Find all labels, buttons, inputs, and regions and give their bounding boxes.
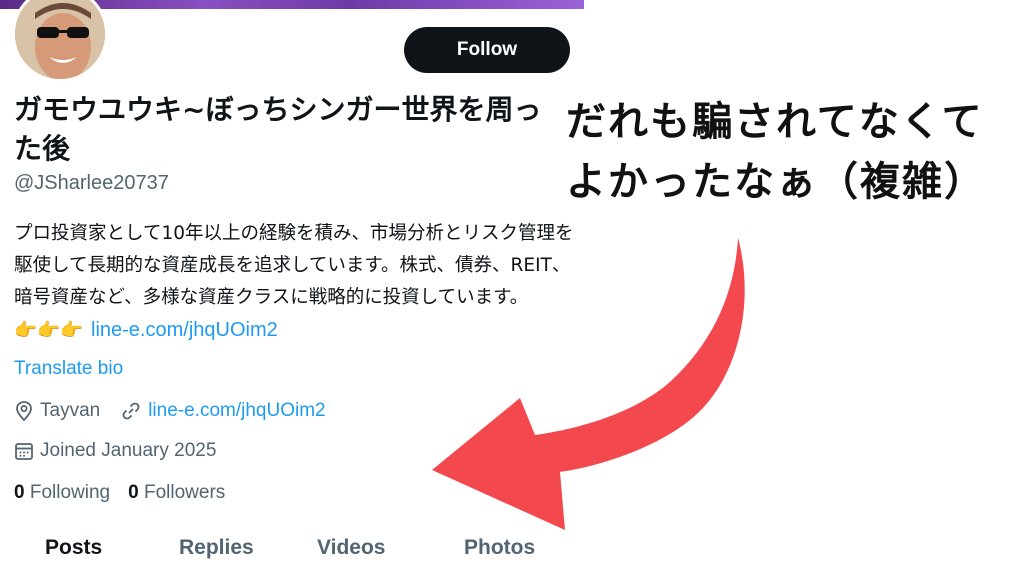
caption-line-2: よかったなぁ（複雑） xyxy=(566,159,986,205)
overlay-caption: だれも騙されてなくて よかったなぁ（複雑） xyxy=(566,92,1016,212)
caption-line-1: だれも騙されてなくて xyxy=(566,99,984,145)
curved-arrow-icon xyxy=(432,238,745,530)
